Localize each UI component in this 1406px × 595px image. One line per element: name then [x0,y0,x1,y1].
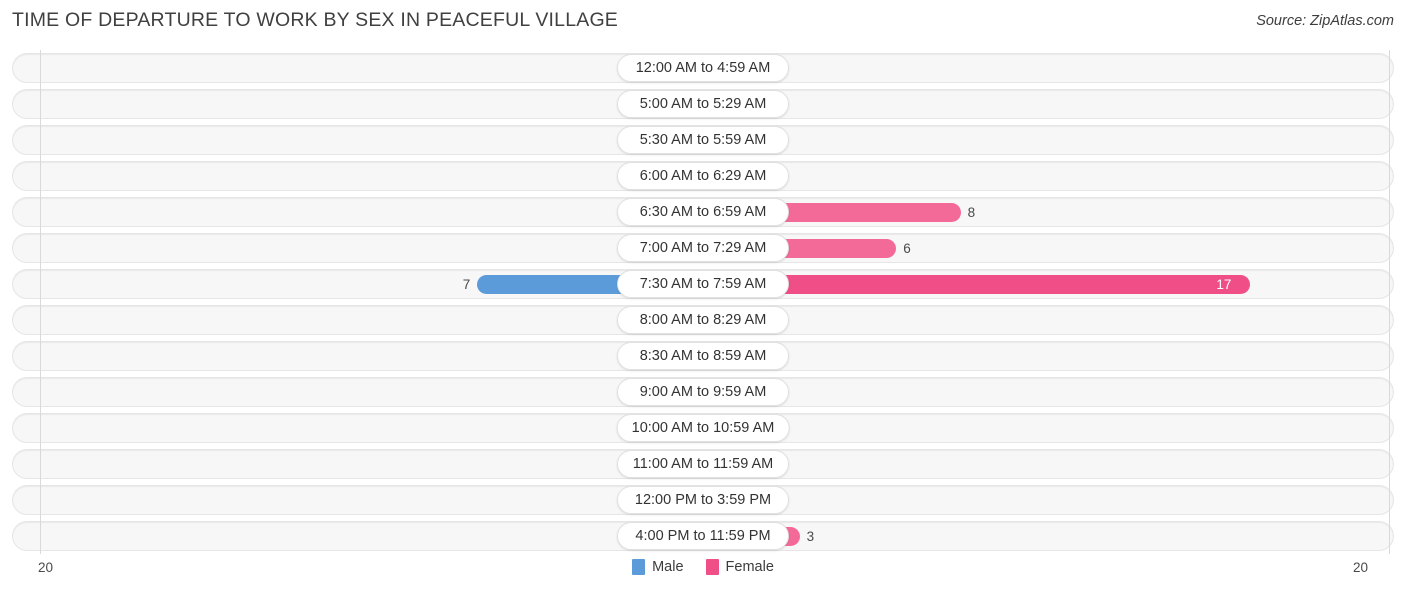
axis-rail-left [40,338,41,374]
female-value-label: 6 [903,241,911,256]
axis-rail-right [1389,50,1390,86]
axis-rail-right [1389,518,1390,554]
chart-row[interactable]: 067:00 AM to 7:29 AM [12,230,1394,266]
category-label: 11:00 AM to 11:59 AM [617,450,789,478]
female-value-label: 8 [967,205,976,220]
axis-rail-left [40,374,41,410]
category-label: 9:00 AM to 9:59 AM [617,378,789,406]
chart-footer: 20 20 Male Female [0,556,1406,586]
diverging-bar-chart: 0012:00 AM to 4:59 AM005:00 AM to 5:29 A… [0,50,1406,554]
axis-rail-right [1389,302,1390,338]
category-label: 12:00 PM to 3:59 PM [617,486,789,514]
axis-rail-left [40,446,41,482]
category-label: 5:30 AM to 5:59 AM [617,126,789,154]
female-value-label: 3 [806,529,815,544]
female-value-label: 17 [1216,277,1232,292]
axis-rail-right [1389,230,1390,266]
category-label: 10:00 AM to 10:59 AM [616,414,790,442]
chart-page: TIME OF DEPARTURE TO WORK BY SEX IN PEAC… [0,0,1406,595]
chart-row[interactable]: 006:00 AM to 6:29 AM [12,158,1394,194]
chart-row[interactable]: 7 17 7:30 AM to 7:59 AM [12,266,1394,302]
chart-row[interactable]: 0012:00 AM to 4:59 AM [12,50,1394,86]
axis-rail-right [1389,266,1390,302]
legend-item-male[interactable]: Male [632,559,684,575]
legend-label-male: Male [652,559,684,575]
axis-rail-left [40,194,41,230]
category-label: 5:00 AM to 5:29 AM [617,90,789,118]
axis-rail-right [1389,482,1390,518]
axis-rail-left [40,410,41,446]
axis-rail-right [1389,122,1390,158]
chart-legend: Male Female [0,559,1406,575]
chart-row[interactable]: 0012:00 PM to 3:59 PM [12,482,1394,518]
axis-rail-left [40,50,41,86]
chart-row[interactable]: 0011:00 AM to 11:59 AM [12,446,1394,482]
axis-rail-left [40,266,41,302]
chart-row[interactable]: 009:00 AM to 9:59 AM [12,374,1394,410]
category-label: 6:00 AM to 6:29 AM [617,162,789,190]
axis-rail-left [40,482,41,518]
category-label: 8:30 AM to 8:59 AM [617,342,789,370]
category-label: 7:00 AM to 7:29 AM [617,234,789,262]
axis-rail-right [1389,338,1390,374]
male-value-label: 7 [462,277,471,292]
axis-rail-right [1389,86,1390,122]
chart-row[interactable]: 0010:00 AM to 10:59 AM [12,410,1394,446]
axis-rail-right [1389,446,1390,482]
category-label: 7:30 AM to 7:59 AM [617,270,789,298]
chart-row[interactable]: 086:30 AM to 6:59 AM [12,194,1394,230]
axis-rail-left [40,230,41,266]
axis-rail-left [40,518,41,554]
category-label: 6:30 AM to 6:59 AM [617,198,789,226]
chart-row[interactable]: 005:30 AM to 5:59 AM [12,122,1394,158]
chart-row[interactable]: 008:30 AM to 8:59 AM [12,338,1394,374]
chart-row[interactable]: 028:00 AM to 8:29 AM [12,302,1394,338]
axis-rail-right [1389,374,1390,410]
axis-rail-right [1389,194,1390,230]
source-attribution: Source: ZipAtlas.com [1256,13,1394,29]
axis-rail-right [1389,158,1390,194]
category-label: 12:00 AM to 4:59 AM [617,54,789,82]
chart-row[interactable]: 005:00 AM to 5:29 AM [12,86,1394,122]
page-title: TIME OF DEPARTURE TO WORK BY SEX IN PEAC… [12,9,619,31]
axis-rail-left [40,158,41,194]
chart-row[interactable]: 034:00 PM to 11:59 PM [12,518,1394,554]
axis-rail-right [1389,410,1390,446]
legend-label-female: Female [725,559,774,575]
male-color-swatch-icon [632,559,646,575]
axis-rail-left [40,122,41,158]
category-label: 8:00 AM to 8:29 AM [617,306,789,334]
legend-item-female[interactable]: Female [705,559,774,575]
axis-rail-left [40,302,41,338]
category-label: 4:00 PM to 11:59 PM [617,522,789,550]
female-color-swatch-icon [705,559,719,575]
axis-rail-left [40,86,41,122]
